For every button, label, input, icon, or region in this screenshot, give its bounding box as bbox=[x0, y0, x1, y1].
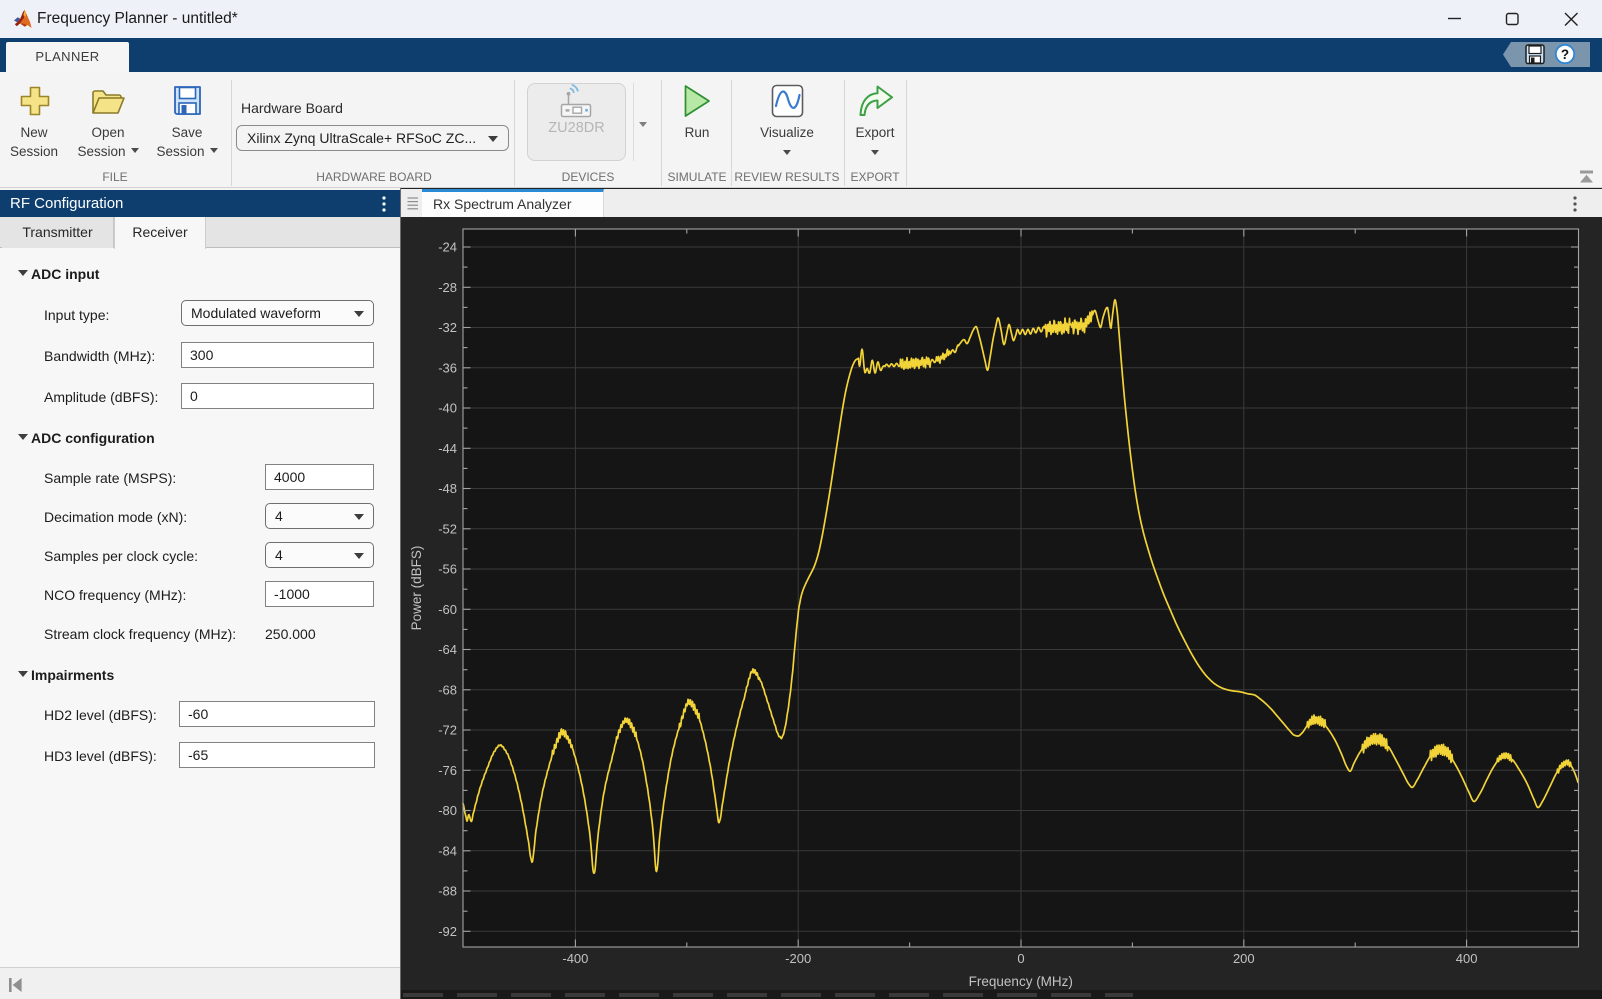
svg-text:-40: -40 bbox=[438, 401, 457, 416]
svg-text:-36: -36 bbox=[438, 360, 457, 375]
svg-text:-400: -400 bbox=[562, 951, 588, 966]
svg-text:-24: -24 bbox=[438, 240, 457, 255]
svg-text:-88: -88 bbox=[438, 884, 457, 899]
svg-text:400: 400 bbox=[1456, 951, 1478, 966]
svg-text:-76: -76 bbox=[438, 763, 457, 778]
svg-text:Power (dBFS): Power (dBFS) bbox=[409, 546, 424, 631]
svg-text:Frequency (MHz): Frequency (MHz) bbox=[969, 974, 1073, 989]
svg-text:-92: -92 bbox=[438, 924, 457, 939]
svg-text:-44: -44 bbox=[438, 441, 457, 456]
svg-text:?: ? bbox=[1561, 47, 1569, 62]
svg-text:-56: -56 bbox=[438, 562, 457, 577]
svg-text:-52: -52 bbox=[438, 521, 457, 536]
svg-text:-28: -28 bbox=[438, 280, 457, 295]
svg-text:-200: -200 bbox=[785, 951, 811, 966]
svg-text:-72: -72 bbox=[438, 723, 457, 738]
svg-text:-84: -84 bbox=[438, 843, 457, 858]
svg-text:-68: -68 bbox=[438, 682, 457, 697]
svg-text:-48: -48 bbox=[438, 481, 457, 496]
svg-text:-64: -64 bbox=[438, 642, 457, 657]
svg-text:-80: -80 bbox=[438, 803, 457, 818]
svg-text:-32: -32 bbox=[438, 320, 457, 335]
svg-text:-60: -60 bbox=[438, 602, 457, 617]
svg-text:200: 200 bbox=[1233, 951, 1255, 966]
svg-text:0: 0 bbox=[1017, 951, 1024, 966]
